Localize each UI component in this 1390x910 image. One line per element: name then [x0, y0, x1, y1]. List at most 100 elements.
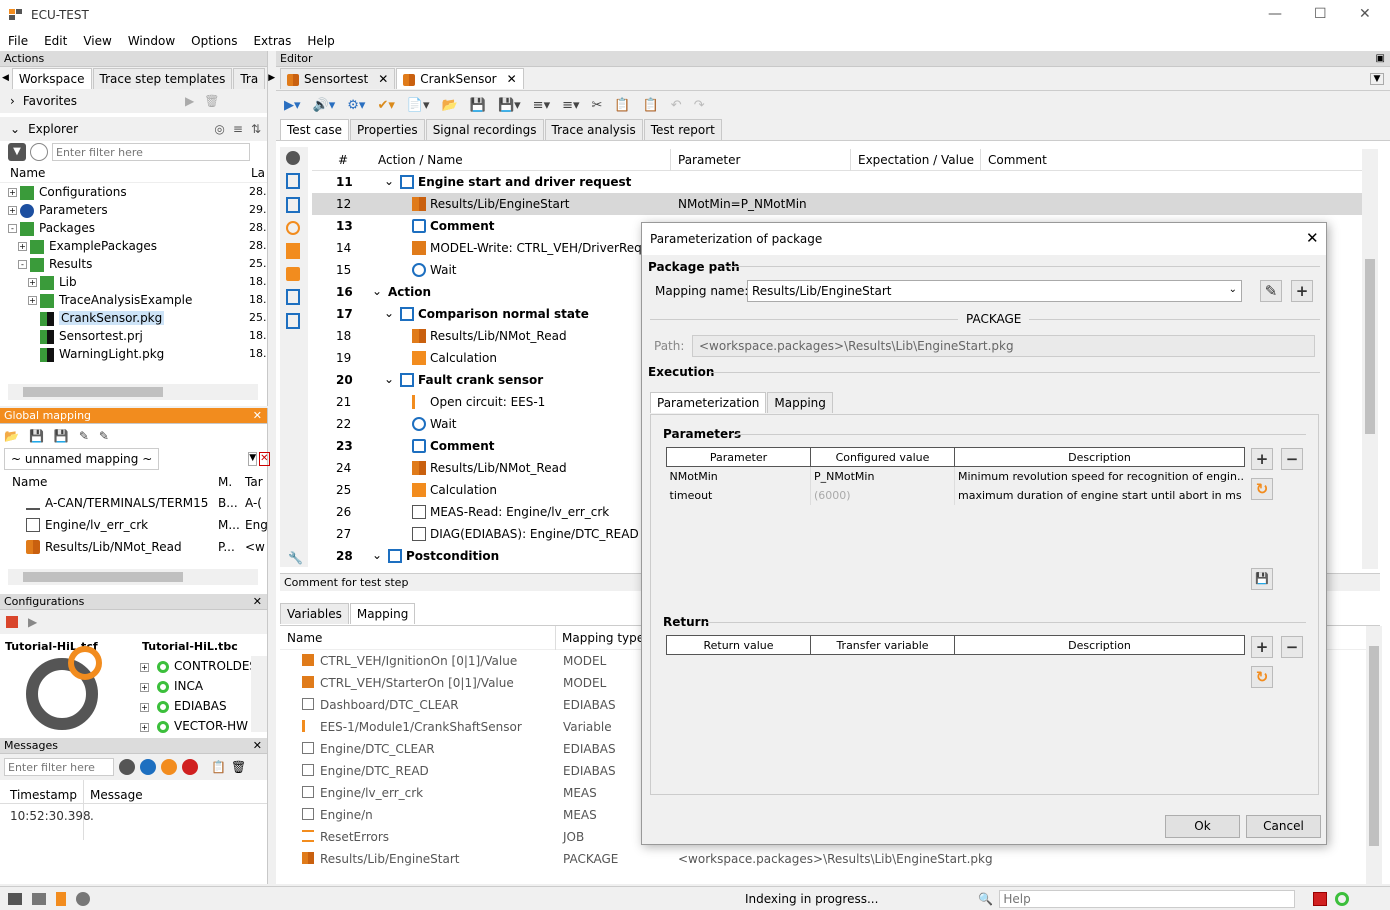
menu-view[interactable]: View	[83, 34, 111, 48]
help-icon[interactable]	[286, 151, 300, 165]
ok-button[interactable]: Ok	[1165, 815, 1240, 838]
tab-workspace[interactable]: Workspace	[11, 67, 92, 89]
explorer-tree-item[interactable]: + TraceAnalysisExample 18.	[0, 291, 267, 309]
new-file-icon[interactable]: 📄▾	[407, 98, 430, 113]
menu-file[interactable]: File	[8, 34, 28, 48]
start-icon[interactable]: ▶	[28, 615, 37, 629]
col-action-name[interactable]: Action / Name	[378, 149, 463, 171]
tbc-label[interactable]: Tutorial-HiL.tbc	[142, 640, 238, 653]
tab-scroll-right-icon[interactable]: ▶	[268, 73, 275, 83]
dropdown-icon[interactable]: ▼	[248, 452, 258, 466]
run-icon[interactable]: ▶▾	[284, 98, 301, 113]
close-icon[interactable]: ✕	[253, 594, 262, 610]
volume-icon[interactable]: 🔊▾	[313, 98, 336, 113]
tab-mapping[interactable]: Mapping	[349, 602, 416, 624]
stop-icon[interactable]	[1313, 891, 1328, 906]
locate-icon[interactable]: ◎	[214, 122, 224, 136]
sort-icon[interactable]: ⇅	[251, 122, 261, 136]
layout-icon[interactable]	[8, 892, 22, 905]
explorer-tree-item[interactable]: - Results 25.	[0, 255, 267, 273]
tab-variables[interactable]: Variables	[280, 602, 349, 624]
new-mapping-icon[interactable]: +	[1291, 280, 1313, 302]
expand-node-icon[interactable]: +	[18, 242, 27, 251]
messages-filter-input[interactable]	[4, 758, 114, 776]
col-transfer-variable[interactable]: Transfer variable	[810, 635, 955, 655]
chevron-down-icon[interactable]: ⌄	[10, 122, 20, 136]
chevron-down-icon[interactable]: ⌄	[372, 280, 382, 302]
undo-icon[interactable]: ↶	[671, 98, 682, 113]
collapse-icon[interactable]: ≡	[233, 122, 243, 136]
chevron-down-icon[interactable]: ⌄	[372, 544, 382, 566]
close-icon[interactable]: ✕	[1306, 229, 1319, 247]
favorites-bar[interactable]: › Favorites ▶ 🗑	[0, 89, 267, 113]
cancel-button[interactable]: Cancel	[1246, 815, 1321, 838]
paste-icon[interactable]: 📋	[643, 98, 659, 113]
tab-parameterization[interactable]: Parameterization	[650, 392, 767, 413]
param-row[interactable]: timeout (6000) maximum duration of engine …	[667, 485, 1245, 505]
refresh-icon[interactable]: ↻	[1251, 666, 1273, 688]
delete-icon[interactable]: 🗑	[204, 94, 219, 108]
explorer-tree-item[interactable]: Sensortest.prj 18.	[0, 327, 267, 345]
minimize-icon[interactable]: —	[1268, 6, 1282, 22]
add-return-icon[interactable]: +	[1251, 636, 1273, 658]
col-parameter[interactable]: Parameter	[666, 447, 811, 467]
col-la[interactable]: La	[251, 166, 265, 180]
col-timestamp[interactable]: Timestamp	[10, 788, 77, 802]
chevron-down-icon[interactable]: ⌄	[384, 368, 394, 390]
refresh-icon[interactable]: ↻	[1251, 478, 1273, 500]
col-name[interactable]: Name	[10, 166, 45, 180]
test-step-row[interactable]: 12 Results/Lib/EngineStart NMotMin=P_NMotM…	[312, 193, 1362, 215]
expand-node-icon[interactable]: +	[28, 296, 37, 305]
expand-node-icon[interactable]: +	[140, 663, 149, 672]
battery-icon[interactable]	[56, 891, 66, 906]
tab-scroll-left-icon[interactable]: ◀	[2, 73, 9, 83]
collapse-node-icon[interactable]: -	[18, 260, 27, 269]
explorer-tree-item[interactable]: + ExamplePackages 28.	[0, 237, 267, 255]
global-mapping-hscroll[interactable]	[8, 569, 258, 585]
save-parameters-icon[interactable]: 💾	[1251, 568, 1273, 590]
col-m[interactable]: M.	[218, 475, 232, 489]
col-mapping-type[interactable]: Mapping type	[562, 631, 644, 645]
cut-icon[interactable]: ✂	[592, 98, 603, 113]
tab-test-report[interactable]: Test report	[643, 119, 722, 140]
explorer-tree-item[interactable]: WarningLight.pkg 18.	[0, 345, 267, 363]
tab-trace-analysis[interactable]: Trace analysis	[544, 119, 643, 140]
chevron-right-icon[interactable]: ›	[10, 94, 15, 108]
explorer-tree-item[interactable]: + Lib 18.	[0, 273, 267, 291]
chevron-down-icon[interactable]: ⌄	[384, 302, 394, 324]
maximize-panel-icon[interactable]: ▣	[1376, 51, 1385, 67]
debug-icon[interactable]: ⚙▾	[347, 98, 365, 113]
save-icon[interactable]: 💾	[29, 429, 44, 443]
mapping-row[interactable]: Results/Lib/NMot_Read P... <w	[0, 536, 267, 558]
info-icon[interactable]	[140, 759, 156, 775]
copy-icon[interactable]: 📋	[614, 98, 630, 113]
save-as-icon[interactable]: 💾	[54, 429, 69, 443]
clear-filter-icon[interactable]	[30, 143, 48, 161]
stop-icon[interactable]	[6, 616, 18, 628]
tab-dialog-mapping[interactable]: Mapping	[767, 392, 833, 413]
expand-node-icon[interactable]: +	[8, 206, 17, 215]
bus-icon[interactable]	[286, 243, 300, 259]
close-icon[interactable]: ✕	[253, 738, 262, 754]
explorer-hscroll[interactable]	[8, 384, 258, 400]
configuration-item[interactable]: + EDIABAS	[140, 696, 258, 716]
explorer-tree-item[interactable]: - Packages 28.	[0, 219, 267, 237]
expand-node-icon[interactable]: +	[8, 188, 17, 197]
check-icon[interactable]: ✔▾	[377, 98, 394, 113]
test-case-vscroll[interactable]	[1362, 149, 1378, 569]
col-configured-value[interactable]: Configured value	[810, 447, 955, 467]
col-expectation[interactable]: Expectation / Value	[858, 149, 974, 171]
col-number[interactable]: #	[338, 149, 348, 171]
redo-icon[interactable]: ↷	[694, 98, 705, 113]
mapping-row[interactable]: Engine/lv_err_crk M... Eng	[0, 514, 268, 536]
menu-edit[interactable]: Edit	[44, 34, 67, 48]
tab-trace[interactable]: Tra	[233, 67, 266, 89]
tab-trace-step-templates[interactable]: Trace step templates	[92, 67, 233, 89]
col-parameter[interactable]: Parameter	[678, 149, 740, 171]
close-icon[interactable]: ✕	[253, 408, 262, 424]
param-value[interactable]: P_NMotMin	[810, 466, 955, 486]
open-file-icon[interactable]: 📂	[442, 98, 458, 113]
expand-node-icon[interactable]: +	[140, 723, 149, 732]
play-icon[interactable]: ▶	[185, 94, 194, 108]
mapping-add-icon[interactable]: ✎	[79, 429, 89, 443]
